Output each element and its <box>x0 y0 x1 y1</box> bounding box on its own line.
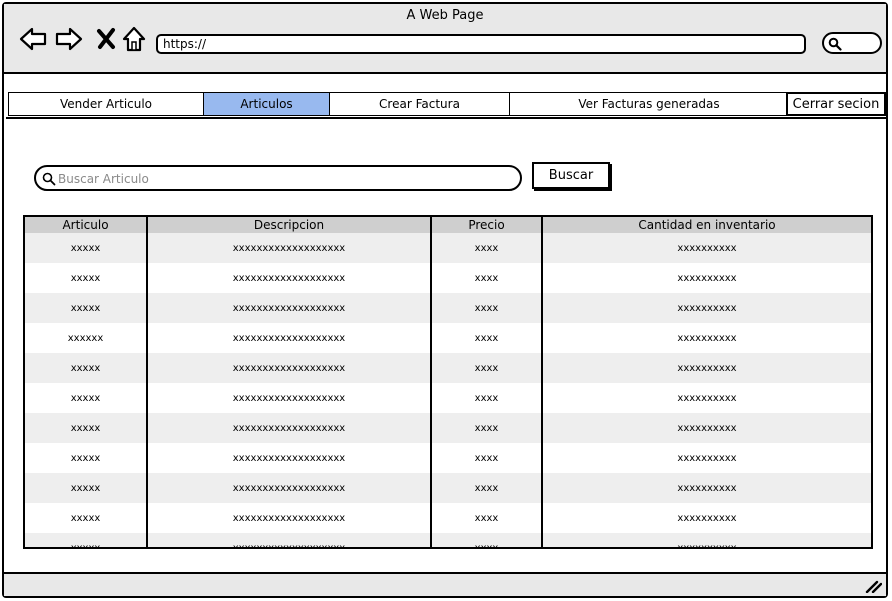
cell-articulo: xxxxx <box>25 473 148 503</box>
cell-precio: xxxx <box>431 323 543 353</box>
cell-articulo: xxxxx <box>25 353 148 383</box>
table-row[interactable]: xxxxx xxxxxxxxxxxxxxxxxxx xxxx xxxxxxxxxx <box>25 443 871 473</box>
cell-cantidad: xxxxxxxxxx <box>542 263 871 293</box>
home-icon[interactable] <box>120 24 150 54</box>
cell-descripcion: xxxxxxxxxxxxxxxxxxx <box>147 413 432 443</box>
window-title: A Web Page <box>406 8 484 23</box>
url-bar[interactable]: https:// <box>156 34 806 54</box>
table-row[interactable]: xxxxx xxxxxxxxxxxxxxxxxxx xxxx xxxxxxxxxx <box>25 533 871 547</box>
search-box[interactable] <box>34 165 522 191</box>
cell-articulo: xxxxx <box>25 293 148 323</box>
cell-precio: xxxx <box>431 413 543 443</box>
cell-cantidad: xxxxxxxxxx <box>542 443 871 473</box>
search-button[interactable]: Buscar <box>532 162 610 189</box>
cell-descripcion: xxxxxxxxxxxxxxxxxxx <box>147 263 432 293</box>
title-bar: A Web Page https:// <box>4 4 886 74</box>
cell-precio: xxxx <box>431 383 543 413</box>
column-header-articulo[interactable]: Articulo <box>25 217 148 233</box>
cell-cantidad: xxxxxxxxxx <box>542 353 871 383</box>
cell-descripcion: xxxxxxxxxxxxxxxxxxx <box>147 473 432 503</box>
tab-articulos[interactable]: Articulos <box>203 92 330 116</box>
cell-cantidad: xxxxxxxxxx <box>542 503 871 533</box>
cell-precio: xxxx <box>431 473 543 503</box>
forward-arrow-icon[interactable] <box>54 24 84 54</box>
cell-precio: xxxx <box>431 503 543 533</box>
table-row[interactable]: xxxxx xxxxxxxxxxxxxxxxxxx xxxx xxxxxxxxxx <box>25 293 871 323</box>
articles-table: Articulo Descripcion Precio Cantidad en … <box>23 215 873 549</box>
close-x-icon[interactable] <box>92 24 122 54</box>
cell-cantidad: xxxxxxxxxx <box>542 323 871 353</box>
tab-vender-articulo[interactable]: Vender Articulo <box>8 92 204 116</box>
cell-cantidad: xxxxxxxxxx <box>542 413 871 443</box>
logout-button[interactable]: Cerrar secion <box>786 92 886 116</box>
cell-cantidad: xxxxxxxxxx <box>542 233 871 263</box>
cell-descripcion: xxxxxxxxxxxxxxxxxxx <box>147 323 432 353</box>
status-bar <box>4 572 886 596</box>
tab-crear-factura[interactable]: Crear Factura <box>329 92 510 116</box>
search-input[interactable] <box>56 169 500 189</box>
cell-descripcion: xxxxxxxxxxxxxxxxxxx <box>147 533 432 547</box>
cell-precio: xxxx <box>431 233 543 263</box>
url-text: https:// <box>163 37 207 51</box>
browser-search[interactable] <box>822 32 882 54</box>
cell-cantidad: xxxxxxxxxx <box>542 473 871 503</box>
cell-articulo: xxxxx <box>25 413 148 443</box>
browser-window: A Web Page https:// Vender Articulo Arti… <box>2 2 888 598</box>
table-row[interactable]: xxxxx xxxxxxxxxxxxxxxxxxx xxxx xxxxxxxxxx <box>25 383 871 413</box>
cell-cantidad: xxxxxxxxxx <box>542 293 871 323</box>
table-row[interactable]: xxxxx xxxxxxxxxxxxxxxxxxx xxxx xxxxxxxxxx <box>25 263 871 293</box>
cell-descripcion: xxxxxxxxxxxxxxxxxxx <box>147 383 432 413</box>
cell-precio: xxxx <box>431 443 543 473</box>
cell-articulo: xxxxxx <box>25 323 148 353</box>
cell-cantidad: xxxxxxxxxx <box>542 533 871 547</box>
tab-ver-facturas[interactable]: Ver Facturas generadas <box>509 92 789 116</box>
cell-descripcion: xxxxxxxxxxxxxxxxxxx <box>147 353 432 383</box>
table-row[interactable]: xxxxx xxxxxxxxxxxxxxxxxxx xxxx xxxxxxxxxx <box>25 353 871 383</box>
cell-precio: xxxx <box>431 353 543 383</box>
column-header-cantidad[interactable]: Cantidad en inventario <box>542 217 871 233</box>
cell-articulo: xxxxx <box>25 233 148 263</box>
table-row[interactable]: xxxxx xxxxxxxxxxxxxxxxxxx xxxx xxxxxxxxxx <box>25 233 871 263</box>
tabs-divider <box>6 117 888 119</box>
cell-descripcion: xxxxxxxxxxxxxxxxxxx <box>147 443 432 473</box>
cell-precio: xxxx <box>431 263 543 293</box>
cell-precio: xxxx <box>431 293 543 323</box>
cell-articulo: xxxxx <box>25 503 148 533</box>
table-row[interactable]: xxxxx xxxxxxxxxxxxxxxxxxx xxxx xxxxxxxxxx <box>25 503 871 533</box>
cell-articulo: xxxxx <box>25 383 148 413</box>
cell-descripcion: xxxxxxxxxxxxxxxxxxx <box>147 503 432 533</box>
cell-articulo: xxxxx <box>25 533 148 547</box>
nav-tabs: Vender Articulo Articulos Crear Factura … <box>6 92 886 116</box>
column-header-precio[interactable]: Precio <box>431 217 543 233</box>
table-row[interactable]: xxxxxx xxxxxxxxxxxxxxxxxxx xxxx xxxxxxxxxx <box>25 323 871 353</box>
search-icon <box>42 172 56 186</box>
cell-descripcion: xxxxxxxxxxxxxxxxxxx <box>147 293 432 323</box>
cell-precio: xxxx <box>431 533 543 547</box>
cell-articulo: xxxxx <box>25 443 148 473</box>
cell-descripcion: xxxxxxxxxxxxxxxxxxx <box>147 233 432 263</box>
resize-grip-icon[interactable] <box>864 579 882 593</box>
table-row[interactable]: xxxxx xxxxxxxxxxxxxxxxxxx xxxx xxxxxxxxxx <box>25 413 871 443</box>
cell-articulo: xxxxx <box>25 263 148 293</box>
search-icon <box>828 37 842 51</box>
table-header-row: Articulo Descripcion Precio Cantidad en … <box>25 217 871 233</box>
back-arrow-icon[interactable] <box>18 24 48 54</box>
table-row[interactable]: xxxxx xxxxxxxxxxxxxxxxxxx xxxx xxxxxxxxxx <box>25 473 871 503</box>
column-header-descripcion[interactable]: Descripcion <box>147 217 432 233</box>
cell-cantidad: xxxxxxxxxx <box>542 383 871 413</box>
